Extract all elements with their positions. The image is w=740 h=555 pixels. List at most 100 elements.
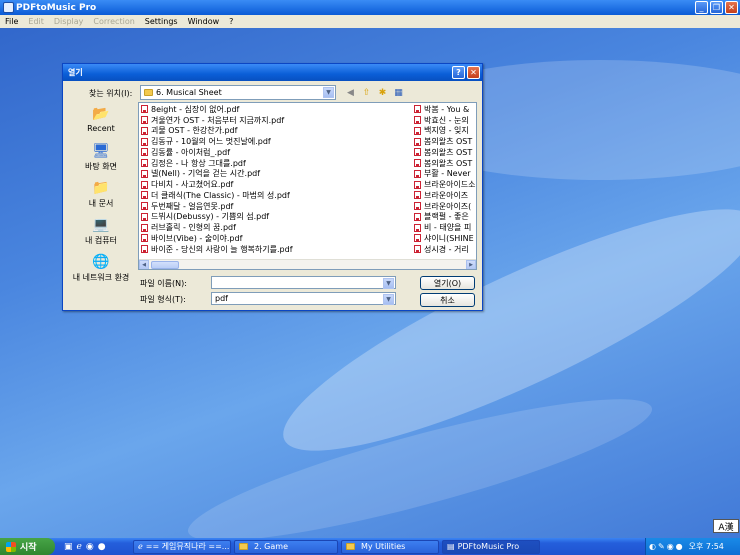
file-item[interactable]: 두번째달 - 얼음연못.pdf (141, 201, 411, 212)
clock[interactable]: 오후 7:54 (689, 541, 724, 552)
filename-input[interactable]: ▼ (211, 276, 396, 289)
my-documents-icon: 📁 (92, 180, 110, 196)
file-item[interactable]: 러브홀릭 - 인형의 꿈.pdf (141, 222, 411, 233)
new-folder-icon[interactable]: ✱ (376, 86, 389, 99)
pdf-file-icon (414, 223, 421, 232)
pdf-file-icon (414, 191, 421, 200)
task-2-game[interactable]: 2. Game (234, 539, 338, 554)
menu-help[interactable]: ? (224, 17, 238, 26)
file-item[interactable]: 박효신 - 눈의 (414, 115, 476, 126)
filetype-select[interactable]: pdf ▼ (211, 292, 396, 305)
place-my-documents[interactable]: 📁 내 문서 (66, 178, 136, 215)
file-item[interactable]: 겨울연가 OST - 처음부터 지금까지.pdf (141, 115, 411, 126)
view-menu-icon[interactable]: ▦ (392, 86, 405, 99)
file-item[interactable]: 봄의왈츠 OST (414, 158, 476, 169)
task-game-music[interactable]: ℯ == 게임뮤직나라 ==... (133, 539, 231, 554)
minimize-button[interactable]: _ (695, 1, 708, 14)
chevron-down-icon[interactable]: ▼ (323, 87, 334, 98)
file-item[interactable]: 블랙펄 - 좋은 (414, 212, 476, 223)
pdf-file-icon (141, 180, 148, 189)
look-in-label: 찾는 위치(I): (89, 89, 133, 98)
menu-settings[interactable]: Settings (140, 17, 183, 26)
firefox-icon[interactable]: ● (98, 542, 106, 552)
scroll-right-icon[interactable]: ▶ (466, 260, 476, 269)
close-button[interactable]: ✕ (725, 1, 738, 14)
pdf-file-icon (414, 105, 421, 114)
pdf-file-icon (414, 234, 421, 243)
app-icon: ▤ (447, 542, 455, 551)
media-player-icon[interactable]: ◉ (86, 542, 94, 552)
file-item[interactable]: 비 - 태양을 피 (414, 222, 476, 233)
file-item[interactable]: 괴물 OST - 한강찬가.pdf (141, 126, 411, 137)
file-list[interactable]: 8eight - 심장이 없어.pdf 겨울연가 OST - 처음부터 지금까지… (138, 102, 477, 270)
ie-icon[interactable]: ℯ (77, 542, 82, 552)
ime-indicator[interactable]: A漢 (713, 519, 739, 533)
place-my-computer[interactable]: 💻 내 컴퓨터 (66, 215, 136, 252)
file-item[interactable]: 드뷔시(Debussy) - 기쁨의 섬.pdf (141, 212, 411, 223)
windows-logo-icon (6, 541, 16, 552)
chevron-down-icon[interactable]: ▼ (383, 294, 394, 305)
task-pdftomusic[interactable]: ▤ PDFtoMusic Pro (442, 539, 540, 554)
back-icon[interactable]: ◀ (344, 86, 357, 99)
menu-edit[interactable]: Edit (23, 17, 49, 26)
file-item[interactable]: 봄의왈츠 OST (414, 136, 476, 147)
pdf-file-icon (414, 202, 421, 211)
dialog-close-button[interactable]: ✕ (467, 66, 480, 79)
file-item[interactable]: 김동률 - 아이처럼_.pdf (141, 147, 411, 158)
pen-tray-icon[interactable]: ✎ (658, 542, 665, 551)
place-network[interactable]: 🌐 내 네트워크 환경 (66, 252, 136, 289)
file-item[interactable]: 김정은 - 나 항상 그대를.pdf (141, 158, 411, 169)
pdf-file-icon (414, 116, 421, 125)
look-in-dropdown[interactable]: 6. Musical Sheet ▼ (140, 85, 336, 100)
taskbar: 시작 ▣ ℯ ◉ ● ℯ == 게임뮤직나라 ==... 2. Game My … (0, 538, 740, 555)
scroll-left-icon[interactable]: ◀ (139, 260, 149, 269)
file-item[interactable]: 넬(Nell) - 기억을 걷는 시간.pdf (141, 169, 411, 180)
file-item[interactable]: 바이브(Vibe) - 술이야.pdf (141, 233, 411, 244)
file-item[interactable]: 다비치 - 사고쳤어요.pdf (141, 179, 411, 190)
place-recent[interactable]: 📂 Recent (66, 104, 136, 141)
pdf-file-icon (141, 126, 148, 135)
pdf-file-icon (141, 223, 148, 232)
antivirus-tray-icon[interactable]: ● (676, 542, 683, 551)
file-item[interactable]: 부활 - Never (414, 169, 476, 180)
file-item[interactable]: 박봄 - You & (414, 104, 476, 115)
recent-icon: 📂 (92, 106, 110, 122)
dialog-title-bar: 열기 ? ✕ (63, 64, 482, 81)
pdf-file-icon (414, 212, 421, 221)
menu-display[interactable]: Display (49, 17, 89, 26)
chevron-down-icon[interactable]: ▼ (383, 278, 394, 289)
help-button[interactable]: ? (452, 66, 465, 79)
app-title: PDFtoMusic Pro (16, 2, 97, 13)
file-item[interactable]: 성시경 - 거리 (414, 244, 476, 255)
folder-icon (144, 89, 153, 96)
up-folder-icon[interactable]: ⇧ (360, 86, 373, 99)
file-item[interactable]: 브라운아이드소 (414, 179, 476, 190)
pdf-file-icon (141, 234, 148, 243)
cancel-button[interactable]: 취소 (420, 293, 475, 307)
horizontal-scrollbar[interactable]: ◀ ▶ (139, 259, 476, 269)
menu-file[interactable]: File (0, 17, 23, 26)
desktop-icon: 🖥 (92, 143, 110, 159)
scroll-thumb[interactable] (151, 261, 179, 269)
show-desktop-icon[interactable]: ▣ (64, 542, 73, 552)
network-tray-icon[interactable]: ◐ (649, 542, 656, 551)
place-desktop[interactable]: 🖥 바탕 화면 (66, 141, 136, 178)
open-button[interactable]: 열기(O) (420, 276, 475, 290)
file-item[interactable]: 8eight - 심장이 없어.pdf (141, 104, 411, 115)
file-item[interactable]: 김동규 - 10월의 어느 멋진날에.pdf (141, 136, 411, 147)
file-item[interactable]: 바이준 - 당신의 사랑이 늘 행복하기를.pdf (141, 244, 411, 255)
file-item[interactable]: 브라운아이즈 (414, 190, 476, 201)
file-item[interactable]: 백지영 - 잊지 (414, 126, 476, 137)
task-my-utilities[interactable]: My Utilities (341, 539, 439, 554)
maximize-button[interactable]: ❐ (710, 1, 723, 14)
file-item[interactable]: 브라운아이즈( (414, 201, 476, 212)
file-item[interactable]: 봄의왈츠 OST (414, 147, 476, 158)
pdf-file-icon (414, 169, 421, 178)
file-item[interactable]: 더 클래식(The Classic) - 마법의 성.pdf (141, 190, 411, 201)
volume-tray-icon[interactable]: ◉ (667, 542, 674, 551)
menu-correction[interactable]: Correction (88, 17, 139, 26)
menu-window[interactable]: Window (183, 17, 225, 26)
file-item[interactable]: 샤이니(SHINE (414, 233, 476, 244)
look-in-value: 6. Musical Sheet (156, 88, 222, 97)
start-button[interactable]: 시작 (0, 538, 55, 555)
